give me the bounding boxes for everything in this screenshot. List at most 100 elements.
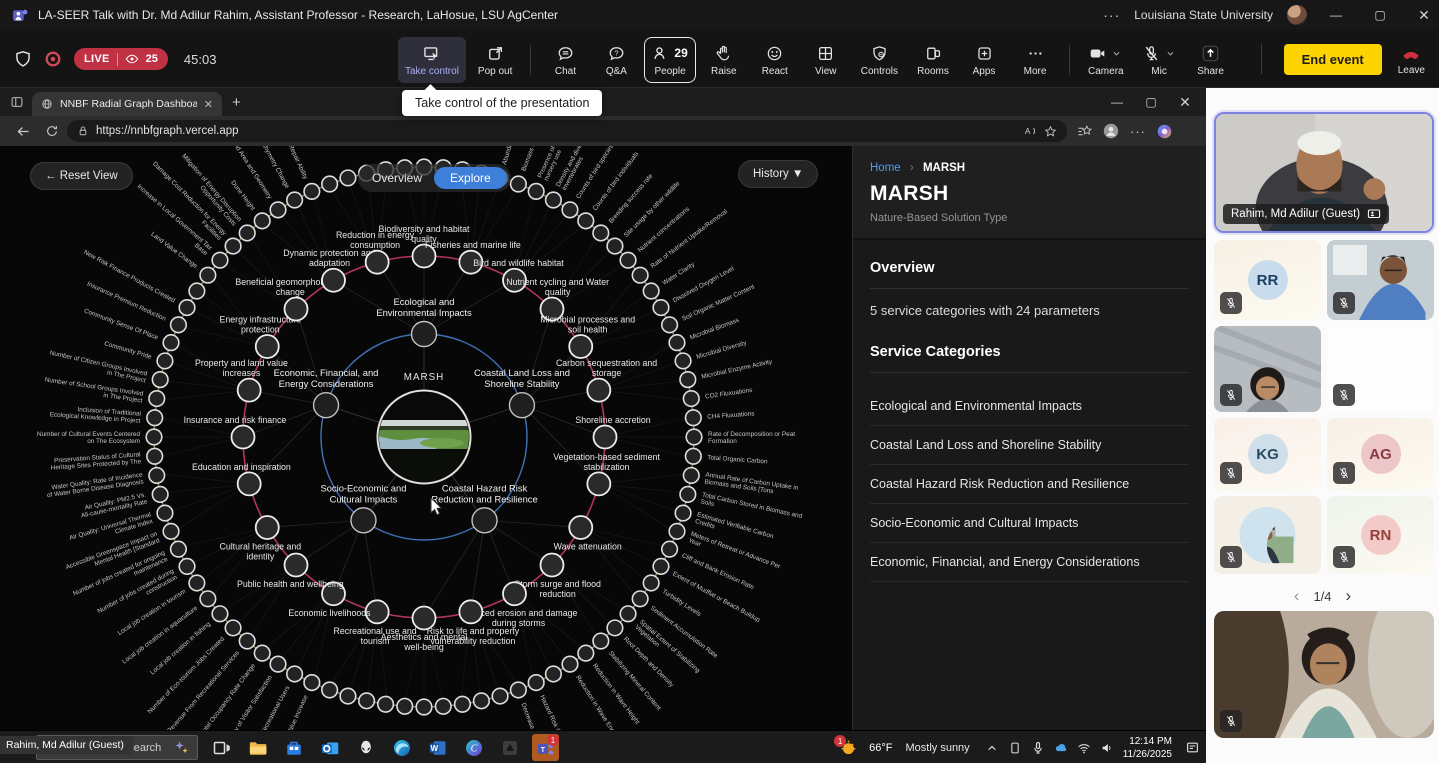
category-node[interactable] bbox=[351, 508, 376, 533]
browser-close-button[interactable]: ✕ bbox=[1170, 87, 1200, 117]
share-button[interactable]: Share bbox=[1188, 37, 1234, 83]
outer-parameter-node[interactable] bbox=[643, 283, 659, 299]
parameter-node[interactable] bbox=[459, 600, 482, 623]
outer-parameter-node[interactable] bbox=[662, 541, 678, 557]
category-node[interactable] bbox=[472, 508, 497, 533]
restore-button[interactable]: ▢ bbox=[1365, 0, 1395, 30]
outer-parameter-node[interactable] bbox=[149, 391, 165, 407]
outer-parameter-node[interactable] bbox=[225, 620, 241, 636]
taskbar-canva-icon[interactable]: C bbox=[460, 734, 487, 761]
parameter-node[interactable] bbox=[366, 251, 389, 274]
outer-parameter-node[interactable] bbox=[200, 267, 216, 283]
pinned-video-tile[interactable] bbox=[1214, 611, 1434, 738]
outer-parameter-node[interactable] bbox=[620, 252, 636, 268]
view-button[interactable]: View bbox=[803, 37, 849, 83]
outer-parameter-node[interactable] bbox=[593, 225, 609, 241]
outer-parameter-node[interactable] bbox=[397, 699, 413, 715]
parameter-node[interactable] bbox=[322, 269, 345, 292]
outer-parameter-node[interactable] bbox=[147, 410, 163, 426]
outer-parameter-node[interactable] bbox=[287, 666, 303, 682]
participant-tile[interactable]: KG bbox=[1214, 418, 1321, 490]
titlebar-more-icon[interactable]: ··· bbox=[1103, 7, 1120, 23]
outer-parameter-node[interactable] bbox=[455, 696, 471, 712]
outer-parameter-node[interactable] bbox=[562, 202, 578, 218]
participant-tile[interactable]: RN bbox=[1327, 496, 1434, 574]
read-aloud-icon[interactable]: A bbox=[1023, 124, 1037, 138]
breadcrumb-home[interactable]: Home bbox=[870, 162, 901, 174]
parameter-node[interactable] bbox=[594, 426, 617, 449]
outer-parameter-node[interactable] bbox=[528, 675, 544, 691]
outer-parameter-node[interactable] bbox=[683, 468, 699, 484]
taskbar-file-explorer-icon[interactable] bbox=[244, 734, 271, 761]
outer-parameter-node[interactable] bbox=[686, 410, 702, 426]
tray-notification-icon[interactable] bbox=[1185, 740, 1200, 755]
category-node[interactable] bbox=[509, 393, 534, 418]
taskbar-dark-app-icon[interactable] bbox=[496, 734, 523, 761]
outer-parameter-node[interactable] bbox=[643, 575, 659, 591]
tray-volume-icon[interactable] bbox=[1100, 741, 1114, 755]
taskbar-task-view-icon[interactable] bbox=[208, 734, 235, 761]
end-event-button[interactable]: End event bbox=[1284, 44, 1382, 75]
outer-parameter-node[interactable] bbox=[212, 252, 228, 268]
favorite-star-icon[interactable] bbox=[1044, 125, 1057, 138]
taskbar-edge-icon[interactable] bbox=[388, 734, 415, 761]
outer-parameter-node[interactable] bbox=[607, 620, 623, 636]
outer-parameter-node[interactable] bbox=[147, 448, 163, 464]
q-a-button[interactable]: ?Q&A bbox=[593, 37, 639, 83]
pager-prev-icon[interactable]: ‹ bbox=[1294, 586, 1300, 606]
react-button[interactable]: React bbox=[752, 37, 798, 83]
outer-parameter-node[interactable] bbox=[322, 176, 338, 192]
rooms-button[interactable]: Rooms bbox=[910, 37, 956, 83]
participant-tile[interactable] bbox=[1214, 326, 1321, 412]
pager-next-icon[interactable]: › bbox=[1346, 586, 1352, 606]
back-icon[interactable] bbox=[16, 124, 31, 139]
outer-parameter-node[interactable] bbox=[152, 487, 168, 503]
leave-button[interactable]: Leave bbox=[1398, 43, 1425, 76]
outer-parameter-node[interactable] bbox=[680, 487, 696, 503]
outer-parameter-node[interactable] bbox=[620, 606, 636, 622]
address-bar[interactable]: https://nnbfgraph.vercel.app A bbox=[67, 120, 1067, 142]
parameter-node[interactable] bbox=[569, 335, 592, 358]
outer-parameter-node[interactable] bbox=[359, 693, 375, 709]
favorites-bar-icon[interactable] bbox=[1077, 124, 1092, 139]
outer-parameter-node[interactable] bbox=[340, 688, 356, 704]
outer-parameter-node[interactable] bbox=[287, 192, 303, 208]
parameter-node[interactable] bbox=[238, 379, 261, 402]
outer-parameter-node[interactable] bbox=[435, 699, 451, 715]
participant-tile[interactable] bbox=[1327, 326, 1434, 412]
participant-tile[interactable]: RR bbox=[1214, 240, 1321, 320]
outer-parameter-node[interactable] bbox=[546, 192, 562, 208]
reset-view-button[interactable]: ← Reset View bbox=[30, 162, 133, 190]
outer-parameter-node[interactable] bbox=[171, 317, 187, 333]
outer-parameter-node[interactable] bbox=[578, 645, 594, 661]
outer-parameter-node[interactable] bbox=[680, 372, 696, 388]
taskbar-store-icon[interactable] bbox=[280, 734, 307, 761]
outer-parameter-node[interactable] bbox=[416, 699, 432, 715]
participant-tile[interactable] bbox=[1327, 240, 1434, 320]
category-node[interactable] bbox=[314, 393, 339, 418]
browser-minimize-button[interactable]: — bbox=[1102, 87, 1132, 117]
browser-profile-icon[interactable] bbox=[1102, 122, 1120, 140]
refresh-icon[interactable] bbox=[45, 124, 59, 138]
outer-parameter-node[interactable] bbox=[171, 541, 187, 557]
outer-parameter-node[interactable] bbox=[511, 682, 527, 698]
tab-close-icon[interactable]: ✕ bbox=[204, 98, 213, 111]
outer-parameter-node[interactable] bbox=[146, 429, 162, 445]
outer-parameter-node[interactable] bbox=[528, 184, 544, 200]
minimize-button[interactable]: — bbox=[1321, 0, 1351, 30]
outer-parameter-node[interactable] bbox=[686, 448, 702, 464]
pop-out-button[interactable]: Pop out bbox=[471, 37, 519, 83]
outer-parameter-node[interactable] bbox=[653, 559, 669, 575]
outer-parameter-node[interactable] bbox=[254, 645, 270, 661]
outer-parameter-node[interactable] bbox=[239, 633, 255, 649]
explore-toggle[interactable]: Explore bbox=[434, 167, 507, 189]
taskbar-alienware-icon[interactable] bbox=[352, 734, 379, 761]
outer-parameter-node[interactable] bbox=[669, 524, 685, 540]
browser-tab[interactable]: NNBF Radial Graph Dashboard ✕ bbox=[32, 92, 222, 116]
radial-graph-canvas[interactable]: Abundance of fish and shellfishBiomass o… bbox=[0, 146, 852, 730]
outer-parameter-node[interactable] bbox=[683, 391, 699, 407]
outer-parameter-node[interactable] bbox=[340, 170, 356, 186]
tab-actions-icon[interactable] bbox=[10, 95, 24, 109]
outer-parameter-node[interactable] bbox=[179, 559, 195, 575]
parameter-node[interactable] bbox=[256, 516, 279, 539]
